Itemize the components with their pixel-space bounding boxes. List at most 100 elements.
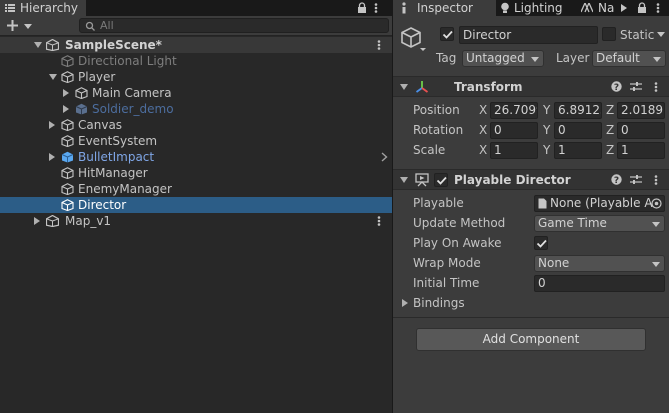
tab-menu-icon[interactable]	[374, 3, 378, 13]
expand-arrow-icon[interactable]	[34, 42, 42, 49]
item-label: Directional Light	[78, 54, 177, 68]
gameobject-icon	[61, 71, 74, 83]
component-enabled-checkbox[interactable]	[434, 173, 448, 187]
hierarchy-item-eventsystem[interactable]: EventSystem	[0, 133, 392, 149]
gameobject-icon	[61, 119, 74, 131]
position-x-field[interactable]: 26.7099	[490, 102, 538, 119]
axis-x-label[interactable]: X	[479, 102, 487, 118]
rotation-z-field[interactable]: 0	[617, 122, 665, 139]
item-label: BulletImpact	[78, 150, 155, 164]
hierarchy-item-main-camera[interactable]: Main Camera	[0, 85, 392, 101]
collapsed-arrow-icon[interactable]	[49, 153, 56, 161]
axis-z-label[interactable]: Z	[606, 122, 614, 138]
chevron-right-icon[interactable]	[381, 152, 388, 162]
create-button[interactable]	[5, 18, 35, 33]
search-input[interactable]	[79, 18, 389, 33]
chevron-down-icon	[652, 222, 660, 227]
hierarchy-item-player[interactable]: Player	[0, 69, 392, 85]
rotation-x-field[interactable]: 0	[490, 122, 538, 139]
scene-menu-icon[interactable]	[377, 40, 381, 50]
scene-row-map[interactable]: Map_v1	[0, 213, 392, 229]
tag-dropdown[interactable]: Untagged	[462, 50, 544, 67]
collapsed-arrow-icon[interactable]	[49, 121, 56, 129]
chevron-down-icon	[531, 57, 539, 62]
hierarchy-item-enemymanager[interactable]: EnemyManager	[0, 181, 392, 197]
axis-y-label[interactable]: Y	[543, 102, 550, 118]
object-name-field[interactable]: Director	[459, 26, 598, 44]
scale-x-field[interactable]: 1	[490, 142, 538, 159]
lock-icon[interactable]	[637, 2, 647, 14]
playable-director-header[interactable]: Playable Director ?	[393, 169, 669, 190]
gameobject-icon	[61, 199, 74, 211]
axis-z-label[interactable]: Z	[606, 102, 614, 118]
tab-hierarchy[interactable]: Hierarchy	[0, 0, 86, 16]
wrap-mode-dropdown[interactable]: None	[534, 255, 665, 272]
gameobject-icon	[75, 87, 88, 99]
layer-dropdown[interactable]: Default	[592, 50, 666, 67]
scale-z-field[interactable]: 1	[617, 142, 665, 159]
help-icon[interactable]: ?	[611, 174, 622, 185]
scale-y-field[interactable]: 1	[554, 142, 602, 159]
checkmark-icon	[436, 176, 447, 185]
search-placeholder: All	[100, 19, 114, 32]
tag-label: Tag	[436, 51, 457, 65]
scene-row[interactable]: SampleScene*	[0, 37, 392, 53]
tab-inspector[interactable]: Inspector	[393, 0, 496, 16]
item-label: Soldier_demo	[92, 102, 174, 116]
preset-icon[interactable]	[630, 174, 642, 185]
component-menu-icon[interactable]	[654, 175, 658, 185]
collapsed-arrow-icon[interactable]	[63, 105, 70, 113]
bindings-foldout[interactable]: Bindings	[413, 295, 465, 311]
hierarchy-item-canvas[interactable]: Canvas	[0, 117, 392, 133]
playable-object-field[interactable]: None (Playable A	[534, 195, 665, 212]
hierarchy-item-soldier-demo[interactable]: Soldier_demo	[0, 101, 392, 117]
gameobject-icon	[61, 135, 74, 147]
rotation-y-field[interactable]: 0	[554, 122, 602, 139]
collapsed-arrow-icon[interactable]	[402, 299, 408, 307]
collapsed-arrow-icon[interactable]	[34, 217, 41, 225]
axis-x-label[interactable]: X	[479, 122, 487, 138]
tab-menu-icon[interactable]	[656, 3, 660, 13]
preset-icon[interactable]	[630, 81, 642, 92]
tab-navigation-label: Na	[598, 1, 615, 15]
position-y-field[interactable]: 6.89125	[554, 102, 602, 119]
help-icon[interactable]: ?	[611, 81, 622, 92]
tabs-overflow-arrow-icon[interactable]	[621, 4, 627, 12]
axis-y-label[interactable]: Y	[543, 122, 550, 138]
hierarchy-tab-label: Hierarchy	[20, 1, 79, 15]
collapsed-arrow-icon[interactable]	[63, 89, 70, 97]
tab-lighting[interactable]: Lighting	[497, 0, 572, 16]
axis-z-label[interactable]: Z	[606, 142, 614, 158]
expand-arrow-icon[interactable]	[49, 74, 57, 81]
add-component-button[interactable]: Add Component	[416, 328, 646, 351]
active-checkbox[interactable]	[440, 27, 454, 41]
transform-title: Transform	[454, 80, 523, 94]
initial-time-field[interactable]: 0	[534, 275, 665, 292]
tag-value: Untagged	[466, 51, 525, 65]
static-dropdown-arrow-icon[interactable]	[657, 32, 665, 37]
scene-name: Map_v1	[65, 214, 112, 228]
expand-arrow-icon[interactable]	[400, 84, 408, 90]
hierarchy-item-hitmanager[interactable]: HitManager	[0, 165, 392, 181]
gameobject-large-icon[interactable]	[400, 26, 426, 52]
transform-header[interactable]: Transform ?	[393, 76, 669, 97]
tab-navigation[interactable]: Na	[578, 0, 618, 16]
checkmark-icon	[442, 30, 453, 39]
update-method-dropdown[interactable]: Game Time	[534, 215, 665, 232]
lock-icon[interactable]	[357, 2, 367, 14]
hierarchy-item-directional-light[interactable]: Directional Light	[0, 53, 392, 69]
scene-menu-icon[interactable]	[377, 216, 381, 226]
object-picker-icon[interactable]	[651, 198, 662, 209]
axis-x-label[interactable]: X	[479, 142, 487, 158]
component-menu-icon[interactable]	[654, 82, 658, 92]
item-label: EnemyManager	[78, 182, 172, 196]
position-z-value: 2.01891	[621, 103, 664, 117]
expand-arrow-icon[interactable]	[400, 177, 408, 183]
hierarchy-item-bulletimpact[interactable]: BulletImpact	[0, 149, 392, 165]
play-on-awake-checkbox[interactable]	[534, 236, 548, 250]
static-checkbox[interactable]	[602, 27, 616, 41]
position-z-field[interactable]: 2.01891	[617, 102, 665, 119]
hierarchy-item-director[interactable]: Director	[0, 197, 392, 213]
axis-y-label[interactable]: Y	[543, 142, 550, 158]
list-icon	[5, 4, 15, 12]
